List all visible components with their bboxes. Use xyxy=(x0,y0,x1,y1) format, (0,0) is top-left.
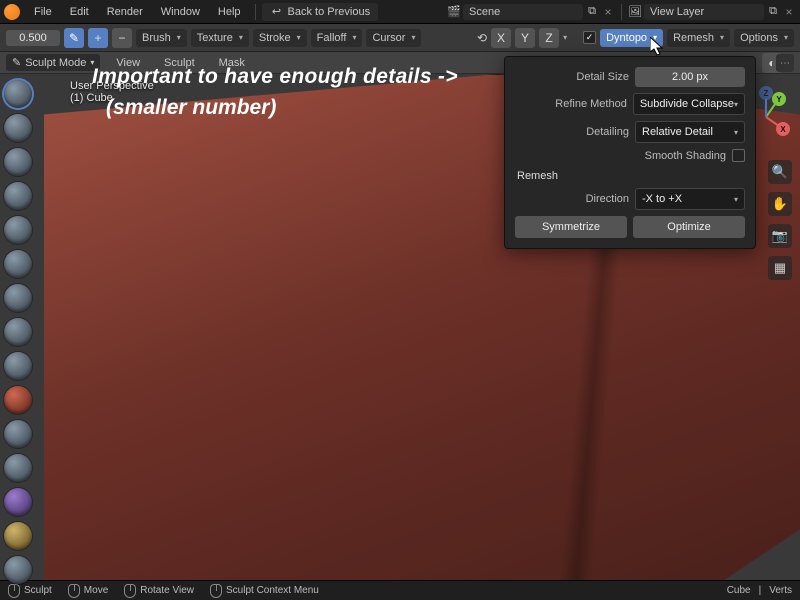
options-dropdown[interactable]: Options▾ xyxy=(734,29,794,47)
menu-render[interactable]: Render xyxy=(99,4,151,20)
menu-edit[interactable]: Edit xyxy=(62,4,97,20)
brush-thumb[interactable] xyxy=(4,556,32,584)
sym-y-toggle[interactable]: Y xyxy=(515,28,535,48)
npanel-tab[interactable]: ⋯ xyxy=(776,54,794,72)
viewlayer-field[interactable]: View Layer xyxy=(644,4,764,20)
detailing-label: Detailing xyxy=(586,126,629,138)
brush-clay-strips[interactable] xyxy=(4,148,32,176)
remesh-section-label: Remesh xyxy=(517,170,745,182)
dyntopo-panel: Detail Size 2.00 px Refine Method Subdiv… xyxy=(504,56,756,249)
sym-x-toggle[interactable]: X xyxy=(491,28,511,48)
zoom-icon[interactable]: 🔍 xyxy=(768,160,792,184)
brush-fill[interactable] xyxy=(4,386,32,414)
pan-icon[interactable]: ✋ xyxy=(768,192,792,216)
subtract-button[interactable]: − xyxy=(112,28,132,48)
brush-blob[interactable] xyxy=(4,250,32,278)
status-bar: Sculpt Move Rotate View Sculpt Context M… xyxy=(0,580,800,600)
gizmo-z-axis[interactable]: Z xyxy=(759,86,773,100)
remesh-dropdown[interactable]: Remesh▾ xyxy=(667,29,730,47)
brush-toolbar xyxy=(4,80,32,584)
brush-smooth[interactable] xyxy=(4,318,32,346)
smooth-shading-label: Smooth Shading xyxy=(645,150,726,162)
brush-layer[interactable] xyxy=(4,182,32,210)
status-sculpt: Sculpt xyxy=(8,584,52,598)
symmetrize-button[interactable]: Symmetrize xyxy=(515,216,627,238)
brush-draw[interactable] xyxy=(4,80,32,108)
brush-inflate[interactable] xyxy=(4,216,32,244)
direction-select[interactable]: -X to +X▾ xyxy=(635,188,745,210)
refine-method-label: Refine Method xyxy=(555,98,627,110)
sym-z-toggle[interactable]: Z xyxy=(539,28,559,48)
status-object: Cube xyxy=(727,585,751,596)
blender-logo-icon xyxy=(4,4,20,20)
scene-close-icon[interactable]: × xyxy=(601,5,615,19)
add-button[interactable]: + xyxy=(88,28,108,48)
brush-flatten[interactable] xyxy=(4,352,32,380)
npanel-tabs: ⋯ xyxy=(776,54,796,72)
back-arrow-icon: ↩ xyxy=(270,5,284,19)
cursor-dropdown[interactable]: Cursor▾ xyxy=(366,29,421,47)
mouse-middle-icon xyxy=(124,584,136,598)
scene-field[interactable]: Scene xyxy=(463,4,583,20)
dyntopo-checkbox[interactable] xyxy=(583,31,596,44)
browse-scene-icon[interactable]: ⧉ xyxy=(585,5,599,19)
sculpt-mode-icon: ✎ xyxy=(12,56,21,69)
detail-size-label: Detail Size xyxy=(576,71,629,83)
viewlayer-label: View Layer xyxy=(650,6,704,18)
gizmo-x-axis[interactable]: X xyxy=(776,122,790,136)
main-menubar: File Edit Render Window Help ↩ Back to P… xyxy=(0,0,800,24)
menu-window[interactable]: Window xyxy=(153,4,208,20)
gizmo-y-axis[interactable]: Y xyxy=(772,92,786,106)
back-label: Back to Previous xyxy=(288,6,371,18)
mouse-left-icon xyxy=(68,584,80,598)
brush-scrape[interactable] xyxy=(4,420,32,448)
brush-dropdown[interactable]: Brush▾ xyxy=(136,29,187,47)
mouse-right-icon xyxy=(210,584,222,598)
symmetry-icon: ⟲ xyxy=(477,31,487,45)
radius-field[interactable]: 0.500 xyxy=(6,30,60,46)
detail-size-field[interactable]: 2.00 px xyxy=(635,67,745,87)
brush-grab[interactable] xyxy=(4,488,32,516)
stroke-dropdown[interactable]: Stroke▾ xyxy=(253,29,307,47)
menu-file[interactable]: File xyxy=(26,4,60,20)
status-rotate: Rotate View xyxy=(124,584,194,598)
optimize-button[interactable]: Optimize xyxy=(633,216,745,238)
scene-label: Scene xyxy=(469,6,500,18)
refine-method-select[interactable]: Subdivide Collapse▾ xyxy=(633,93,745,115)
brush-crease[interactable] xyxy=(4,284,32,312)
dyntopo-dropdown[interactable]: Dyntopo▾ xyxy=(600,29,663,47)
annotation-line-1: Important to have enough details -> xyxy=(92,65,458,89)
falloff-dropdown[interactable]: Falloff▾ xyxy=(311,29,363,47)
status-context: Sculpt Context Menu xyxy=(210,584,319,598)
viewlayer-close-icon[interactable]: × xyxy=(782,5,796,19)
menu-help[interactable]: Help xyxy=(210,4,249,20)
perspective-icon[interactable]: ▦ xyxy=(768,256,792,280)
status-verts: Verts xyxy=(769,585,792,596)
brush-pinch[interactable] xyxy=(4,454,32,482)
direction-label: Direction xyxy=(586,193,629,205)
scene-icon: 🎬 xyxy=(447,5,461,19)
smooth-shading-checkbox[interactable] xyxy=(732,149,745,162)
tool-header: 0.500 ✎ + − Brush▾ Texture▾ Stroke▾ Fall… xyxy=(0,24,800,52)
brush-clay[interactable] xyxy=(4,114,32,142)
detailing-select[interactable]: Relative Detail▾ xyxy=(635,121,745,143)
pressure-radius-toggle[interactable]: ✎ xyxy=(64,28,84,48)
texture-dropdown[interactable]: Texture▾ xyxy=(191,29,249,47)
annotation-line-2: (smaller number) xyxy=(106,96,276,120)
pen-icon: ✎ xyxy=(69,31,79,45)
camera-icon[interactable]: 📷 xyxy=(768,224,792,248)
mode-dropdown[interactable]: ✎ Sculpt Mode ▾ xyxy=(6,54,100,71)
status-move: Move xyxy=(68,584,108,598)
viewlayer-icon: 🖼 xyxy=(628,5,642,19)
brush-snake-hook[interactable] xyxy=(4,522,32,550)
viewport-side-controls: 🔍 ✋ 📷 ▦ xyxy=(768,160,792,280)
browse-viewlayer-icon[interactable]: ⧉ xyxy=(766,5,780,19)
mouse-left-icon xyxy=(8,584,20,598)
back-to-previous-button[interactable]: ↩ Back to Previous xyxy=(262,3,379,21)
